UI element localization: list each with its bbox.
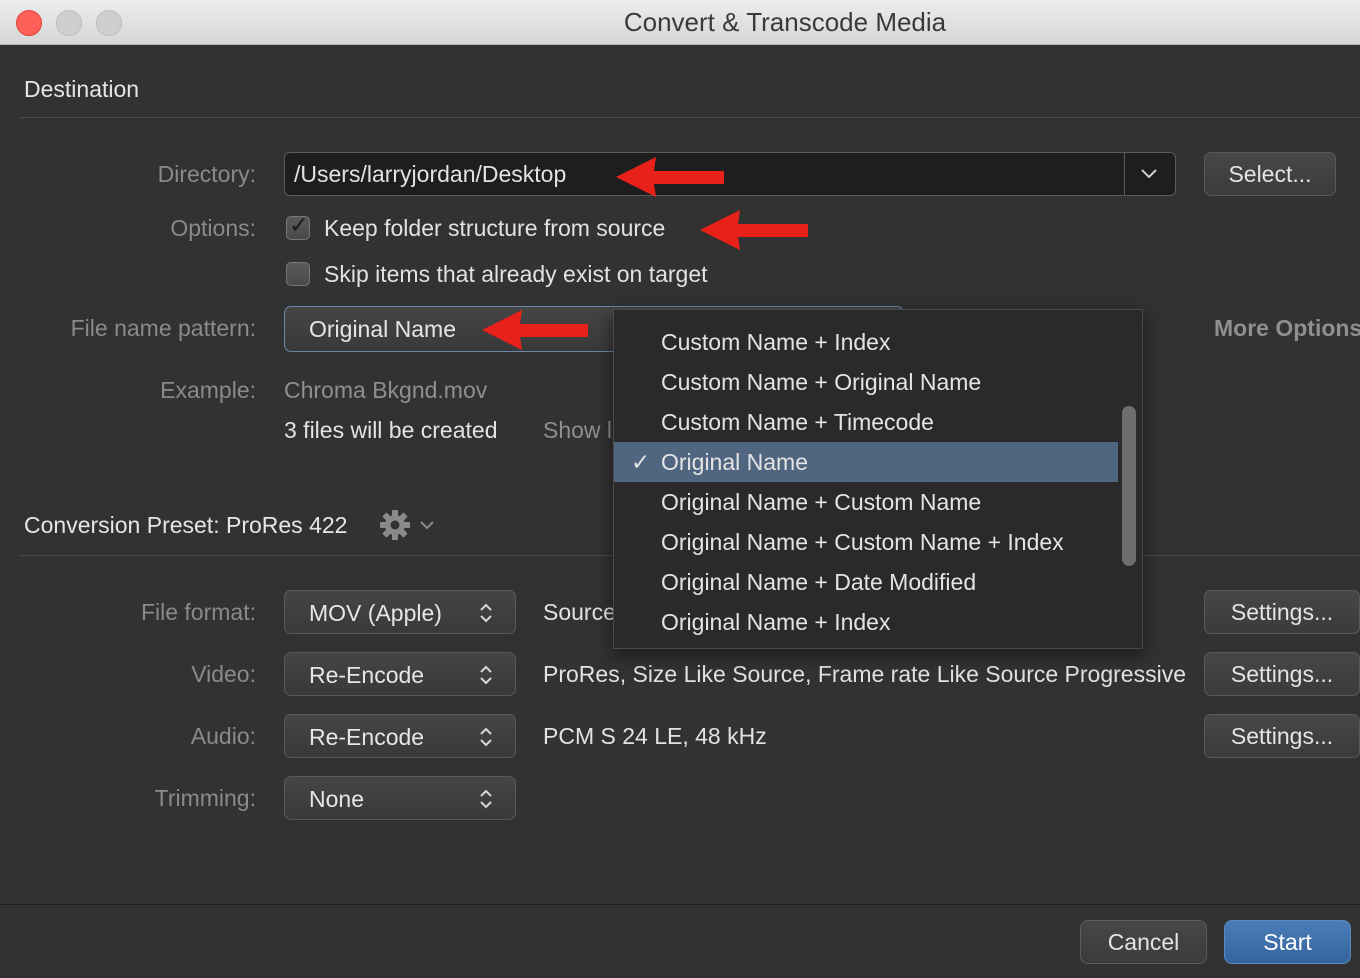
menu-item-selected[interactable]: ✓ Original Name: [614, 442, 1118, 482]
menu-item[interactable]: Original Name + Date Modified: [614, 562, 1118, 602]
options-label: Options:: [170, 215, 256, 241]
file-format-value: MOV (Apple): [309, 600, 442, 626]
menu-item[interactable]: Custom Name + Index: [614, 322, 1118, 362]
video-label: Video:: [191, 661, 256, 687]
window-title: Convert & Transcode Media: [623, 7, 947, 37]
menu-item[interactable]: Original Name + Custom Name: [614, 482, 1118, 522]
file-name-pattern-menu: Custom Name + Index Custom Name + Origin…: [613, 309, 1143, 649]
menu-item-label: Original Name + Custom Name + Index: [661, 529, 1064, 555]
updown-icon: [480, 603, 492, 623]
directory-dropdown-button[interactable]: [1124, 153, 1175, 195]
destination-divider: [20, 117, 1360, 118]
menu-item-label: Custom Name + Original Name: [661, 369, 982, 395]
directory-value: /Users/larryjordan/Desktop: [294, 161, 567, 187]
directory-combobox[interactable]: /Users/larryjordan/Desktop: [284, 152, 1176, 196]
updown-icon: [480, 665, 492, 685]
menu-item[interactable]: Custom Name + Original Name: [614, 362, 1118, 402]
file-format-label: File format:: [140, 599, 256, 625]
example-label: Example:: [160, 377, 256, 403]
menu-item[interactable]: Custom Name + Timecode: [614, 402, 1118, 442]
keep-folder-checkbox[interactable]: ✓: [286, 212, 310, 240]
annotation-arrow-directory: [616, 157, 724, 197]
chevron-down-icon[interactable]: [420, 521, 434, 531]
skip-items-checkbox[interactable]: [286, 262, 310, 286]
menu-item-label: Custom Name + Index: [661, 329, 891, 355]
file-format-description: Source: [543, 599, 616, 625]
trimming-label: Trimming:: [154, 785, 256, 811]
video-value: Re-Encode: [309, 662, 425, 688]
start-button[interactable]: Start: [1224, 920, 1351, 964]
menu-item-label: Original Name + Custom Name: [661, 489, 982, 515]
example-value: Chroma Bkgnd.mov: [284, 377, 488, 403]
audio-settings-button[interactable]: Settings...: [1204, 714, 1360, 758]
trimming-popup[interactable]: None: [284, 776, 516, 820]
title-bar: Convert & Transcode Media: [0, 0, 1360, 45]
audio-popup[interactable]: Re-Encode: [284, 714, 516, 758]
menu-item-label: Original Name + Date Modified: [661, 569, 977, 595]
updown-icon: [480, 789, 492, 809]
more-options-button[interactable]: More Options: [1214, 315, 1360, 342]
trimming-value: None: [309, 786, 364, 812]
file-name-pattern-value: Original Name: [309, 316, 456, 342]
annotation-arrow-options: [700, 210, 808, 250]
audio-description: PCM S 24 LE, 48 kHz: [543, 723, 767, 749]
conversion-preset-heading: Conversion Preset: ProRes 422: [24, 512, 348, 538]
menu-item[interactable]: Original Name + Custom Name + Index: [614, 522, 1118, 562]
menu-item-label: Custom Name + Timecode: [661, 409, 934, 435]
file-name-pattern-label: File name pattern:: [70, 315, 256, 341]
file-format-settings-button[interactable]: Settings...: [1204, 590, 1360, 634]
keep-folder-label: Keep folder structure from source: [324, 215, 666, 241]
menu-item[interactable]: Original Name + Index: [614, 602, 1118, 642]
menu-item-label: Original Name: [661, 449, 808, 475]
video-popup[interactable]: Re-Encode: [284, 652, 516, 696]
show-files-link[interactable]: Show l: [543, 417, 612, 444]
files-created-text: 3 files will be created: [284, 417, 498, 443]
checkmark-icon: ✓: [631, 449, 651, 475]
video-settings-button[interactable]: Settings...: [1204, 652, 1360, 696]
audio-label: Audio:: [190, 723, 256, 749]
checkmark-icon: ✓: [289, 212, 310, 239]
cancel-button[interactable]: Cancel: [1080, 920, 1207, 964]
chevron-down-icon: [1141, 169, 1157, 179]
directory-label: Directory:: [157, 161, 256, 187]
destination-heading: Destination: [24, 76, 140, 102]
menu-item-label: Original Name + Index: [661, 609, 891, 635]
menu-scrollbar[interactable]: [1122, 406, 1136, 566]
file-format-popup[interactable]: MOV (Apple): [284, 590, 516, 634]
audio-value: Re-Encode: [309, 724, 425, 750]
select-directory-button[interactable]: Select...: [1204, 152, 1336, 196]
updown-icon: [480, 727, 492, 747]
footer-divider: [0, 904, 1360, 905]
skip-items-label: Skip items that already exist on target: [324, 261, 708, 287]
video-description: ProRes, Size Like Source, Frame rate Lik…: [543, 661, 1186, 687]
gear-icon[interactable]: [379, 509, 411, 541]
annotation-arrow-pattern: [482, 310, 588, 350]
